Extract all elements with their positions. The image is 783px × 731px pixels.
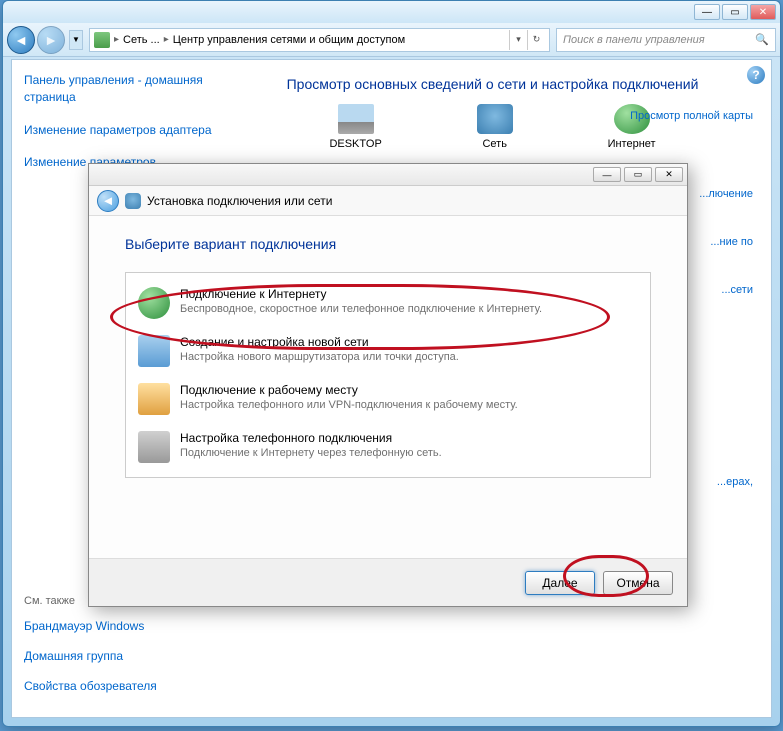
desktop-label: DESKTOP [329,138,381,150]
dialog-minimize-button[interactable]: — [593,167,621,182]
network-icon [94,32,110,48]
search-placeholder: Поиск в панели управления [563,34,705,46]
search-input[interactable]: Поиск в панели управления 🔍 [556,28,776,52]
breadcrumb-network[interactable]: Сеть ... [119,34,164,46]
option-desc: Настройка телефонного или VPN-подключени… [180,399,518,411]
dialog-footer: Далее Отмена [89,558,687,606]
option-desc: Настройка нового маршрутизатора или точк… [180,351,459,363]
connection-options-list: Подключение к Интернету Беспроводное, ск… [125,272,651,478]
connection-wizard-dialog: — ▭ ✕ ◄ Установка подключения или сети В… [88,163,688,607]
option-dialup[interactable]: Настройка телефонного подключения Подклю… [126,423,650,471]
nav-history-dropdown[interactable]: ▼ [69,30,83,50]
option-title: Подключение к рабочему месту [180,383,518,397]
homegroup-link[interactable]: Домашняя группа [24,645,214,667]
side-link-by[interactable]: ...ние по [699,236,753,248]
network-label: Сеть [482,138,506,150]
main-titlebar: — ▭ ✕ [3,1,780,23]
dialog-body: Выберите вариант подключения Подключение… [89,216,687,498]
dialog-header: ◄ Установка подключения или сети [89,186,687,216]
dialog-maximize-button[interactable]: ▭ [624,167,652,182]
router-icon [138,335,170,367]
option-internet-connection[interactable]: Подключение к Интернету Беспроводное, ск… [126,279,650,327]
side-links: ...лючение ...ние по ...сети ...ерах, [699,188,753,524]
internet-options-link[interactable]: Свойства обозревателя [24,675,214,697]
wizard-icon [125,193,141,209]
dialog-prompt: Выберите вариант подключения [125,236,651,252]
globe-icon [138,287,170,319]
cancel-button[interactable]: Отмена [603,571,673,595]
side-link-net[interactable]: ...сети [699,284,753,296]
desktop-icon [338,104,374,134]
minimize-button[interactable]: — [694,4,720,20]
network-item-network: Сеть [477,104,513,150]
dialog-back-button[interactable]: ◄ [97,190,119,212]
sidebar-adapter-settings-link[interactable]: Изменение параметров адаптера [24,118,214,143]
network-node-icon [477,104,513,134]
page-heading: Просмотр основных сведений о сети и наст… [222,68,763,104]
side-link-adapters[interactable]: ...ерах, [699,476,753,488]
option-title: Настройка телефонного подключения [180,431,442,445]
dialog-title: Установка подключения или сети [147,194,332,208]
full-map-link[interactable]: Просмотр полной карты [630,110,753,122]
sidebar-home-link[interactable]: Панель управления - домашняя страница [24,68,214,110]
sidebar-see-also: См. также Брандмауэр Windows Домашняя гр… [24,595,214,705]
breadcrumb-dropdown-button[interactable]: ▾ [509,30,527,50]
search-icon: 🔍 [755,33,769,46]
side-link-connect[interactable]: ...лючение [699,188,753,200]
next-button[interactable]: Далее [525,571,595,595]
maximize-button[interactable]: ▭ [722,4,748,20]
main-panel: Просмотр основных сведений о сети и наст… [222,68,763,150]
option-title: Подключение к Интернету [180,287,542,301]
dialog-titlebar: — ▭ ✕ [89,164,687,186]
dialog-close-button[interactable]: ✕ [655,167,683,182]
refresh-button[interactable]: ↻ [527,30,545,50]
close-button[interactable]: ✕ [750,4,776,20]
workplace-icon [138,383,170,415]
firewall-link[interactable]: Брандмауэр Windows [24,615,214,637]
internet-label: Интернет [608,138,656,150]
phone-icon [138,431,170,463]
option-new-network[interactable]: Создание и настройка новой сети Настройк… [126,327,650,375]
network-item-desktop: DESKTOP [329,104,381,150]
breadcrumb[interactable]: ▸ Сеть ... ▸ Центр управления сетями и о… [89,28,550,52]
option-title: Создание и настройка новой сети [180,335,459,349]
nav-forward-button[interactable]: ► [37,26,65,54]
option-desc: Беспроводное, скоростное или телефонное … [180,303,542,315]
breadcrumb-networkcenter[interactable]: Центр управления сетями и общим доступом [169,34,409,46]
option-workplace[interactable]: Подключение к рабочему месту Настройка т… [126,375,650,423]
toolbar: ◄ ► ▼ ▸ Сеть ... ▸ Центр управления сетя… [3,23,780,57]
nav-back-button[interactable]: ◄ [7,26,35,54]
option-desc: Подключение к Интернету через телефонную… [180,447,442,459]
